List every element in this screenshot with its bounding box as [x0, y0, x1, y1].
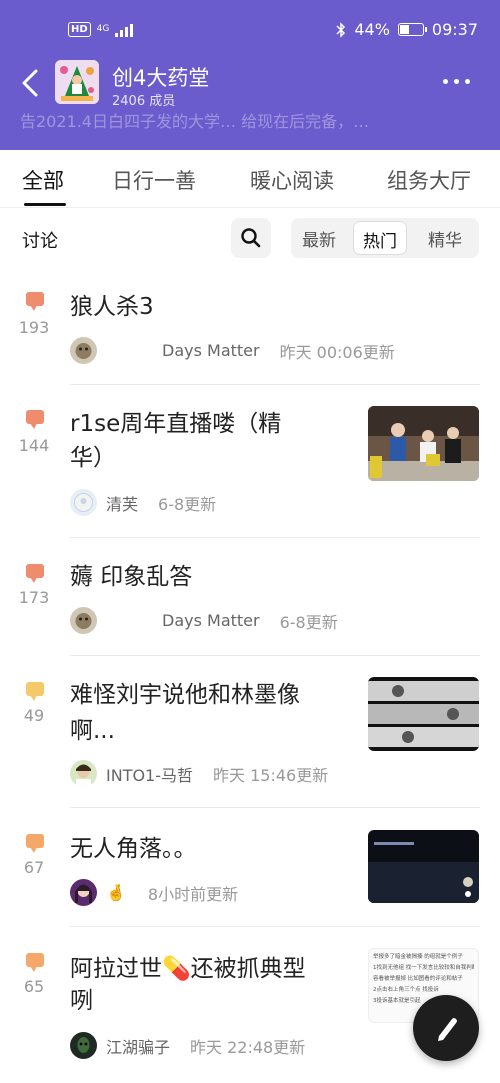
update-time: 昨天 00:06更新: [279, 342, 395, 362]
author-name[interactable]: Days Matter: [162, 611, 260, 630]
comment-count: 49: [23, 706, 45, 725]
group-member-count: 2406 成员: [112, 94, 176, 109]
comment-icon: [26, 564, 44, 583]
sort-featured[interactable]: 精华: [428, 226, 462, 251]
post-title-line2: 咧: [70, 988, 93, 1014]
bluetooth-icon: [336, 21, 346, 38]
avatar[interactable]: [70, 879, 97, 906]
status-bar: HD 4G 44% 09:37: [0, 0, 500, 60]
group-announcement[interactable]: 告2021.4日白四子发的大学… 给现在后完备，…: [20, 108, 369, 132]
battery-percent: 44%: [354, 20, 390, 39]
comment-icon: [26, 953, 44, 972]
hd-indicator: HD: [68, 22, 91, 37]
update-time: 昨天 22:48更新: [190, 1037, 306, 1057]
sort-selector: 最新 热门 精华: [291, 218, 479, 258]
active-tab-indicator: [24, 203, 66, 206]
update-time: 6-8更新: [279, 612, 338, 632]
thumb-text-line: 1找到无他组 找一下发言比较较和自我判断: [373, 965, 474, 971]
more-options-icon[interactable]: [443, 79, 470, 84]
clock: 09:37: [431, 20, 478, 39]
author-name[interactable]: Days Matter: [162, 341, 260, 360]
post-title-line2: 华）: [70, 445, 116, 471]
group-title: 创4大药堂: [112, 66, 210, 90]
search-button[interactable]: [231, 218, 271, 258]
update-time: 昨天 15:46更新: [213, 765, 329, 785]
divider: [70, 384, 480, 385]
comment-icon: [26, 834, 44, 853]
discussion-label: 讨论: [22, 231, 58, 252]
post-thumbnail[interactable]: [368, 677, 479, 751]
post-meta: INTO1-马哲 昨天 15:46更新: [70, 760, 328, 787]
comment-icon: [26, 292, 44, 311]
author-name[interactable]: 江湖骗子: [106, 1034, 170, 1058]
comment-count: 67: [23, 858, 45, 877]
battery-icon: [397, 23, 427, 36]
comment-icon: [26, 682, 44, 701]
search-icon: [241, 228, 261, 248]
thumb-text-line: 容看被举报掉 比如图看的评论和帖子: [373, 976, 463, 982]
update-time: 8小时前更新: [147, 884, 239, 904]
avatar[interactable]: [70, 489, 97, 516]
group-avatar[interactable]: [55, 60, 99, 104]
tab-warm-reading[interactable]: 暖心阅读: [250, 165, 334, 195]
update-time: 6-8更新: [158, 494, 217, 514]
divider: [70, 655, 480, 656]
comment-count: 144: [18, 436, 50, 455]
post-meta: Days Matter 6-8更新: [70, 607, 338, 634]
back-arrow-icon[interactable]: [18, 66, 48, 100]
post-meta: 清芙 6-8更新: [70, 489, 216, 516]
post-thumbnail[interactable]: [368, 830, 479, 903]
author-name[interactable]: INTO1-马哲: [106, 762, 193, 786]
post-title: 无人角落。。: [70, 836, 197, 862]
tab-all[interactable]: 全部: [22, 165, 64, 195]
avatar[interactable]: [70, 337, 97, 364]
post-title: r1se周年直播喽（精: [70, 411, 282, 437]
post-title: 难怪刘宇说他和林墨像: [70, 682, 300, 708]
comment-count: 193: [18, 318, 50, 337]
post-title-line2: 啊...: [70, 718, 115, 744]
signal-icon: [115, 23, 134, 37]
tab-group-hall[interactable]: 组务大厅: [387, 165, 471, 195]
avatar[interactable]: [70, 760, 97, 787]
divider: [70, 926, 480, 927]
discussion-filter-bar: 讨论 最新 热门 精华: [0, 210, 500, 270]
compose-button[interactable]: [413, 995, 479, 1061]
post-title: 狼人杀3: [70, 294, 154, 320]
post-title: 阿拉过世💊还被抓典型: [70, 956, 306, 982]
divider: [70, 807, 480, 808]
group-header: HD 4G 44% 09:37 创4大药堂 2406 成员 告2021.4日白四…: [0, 0, 500, 150]
tab-daily-good-deed[interactable]: 日行一善: [112, 165, 196, 195]
post-title: 薅 印象乱答: [70, 564, 193, 590]
category-tabs: 全部 日行一善 暖心阅读 组务大厅: [0, 150, 500, 208]
thumb-text-line: 举报多了暗金被揭揍 的组就是个例子: [373, 954, 463, 960]
divider: [70, 537, 480, 538]
sort-latest[interactable]: 最新: [302, 226, 336, 251]
comment-count: 65: [23, 977, 45, 996]
post-meta: Days Matter 昨天 00:06更新: [70, 337, 395, 364]
sort-hot[interactable]: 热门: [353, 221, 407, 255]
author-name[interactable]: 🤞: [106, 883, 126, 902]
post-thumbnail[interactable]: [368, 406, 479, 481]
post-meta: 🤞 8小时前更新: [70, 879, 238, 906]
avatar[interactable]: [70, 1032, 97, 1059]
post-meta: 江湖骗子 昨天 22:48更新: [70, 1032, 305, 1059]
comment-count: 173: [18, 588, 50, 607]
comment-icon: [26, 410, 44, 429]
pen-icon: [438, 1018, 457, 1041]
avatar[interactable]: [70, 607, 97, 634]
author-name[interactable]: 清芙: [106, 491, 138, 515]
network-type: 4G: [96, 24, 110, 34]
